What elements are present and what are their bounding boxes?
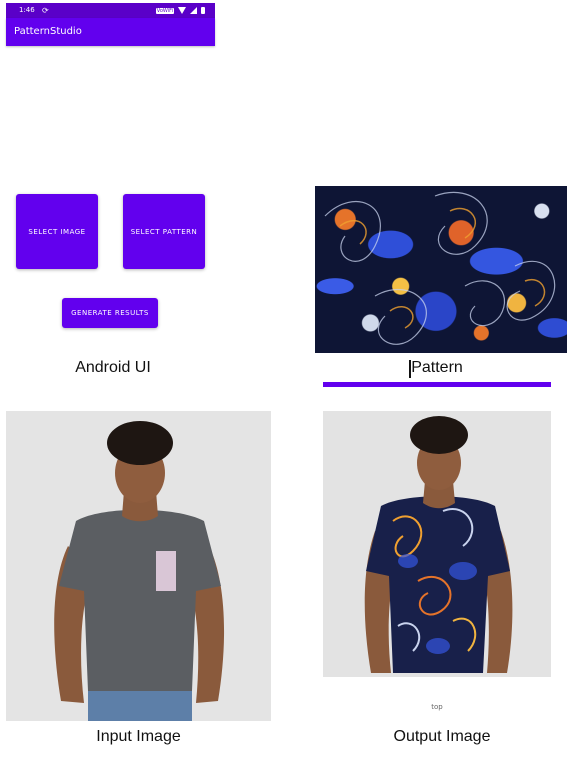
pattern-image	[315, 186, 567, 353]
status-time: 1:46	[19, 6, 35, 14]
status-icons: VoWiFi	[155, 3, 205, 18]
output-photo-graphic	[323, 411, 551, 677]
caption-output-image: Output Image	[393, 728, 491, 745]
signal-icon	[190, 7, 197, 14]
wifi-icon	[178, 7, 186, 14]
caption-input-image: Input Image	[96, 728, 181, 745]
sync-icon: ⟳	[42, 6, 49, 15]
output-footer-label: top	[431, 703, 443, 711]
select-pattern-button[interactable]: SELECT PATTERN	[123, 194, 205, 269]
output-panel	[323, 411, 551, 721]
pattern-underline	[323, 382, 551, 387]
input-image	[6, 411, 271, 721]
select-image-button[interactable]: SELECT IMAGE	[16, 194, 98, 269]
app-bar: PatternStudio	[6, 18, 215, 46]
caption-pattern: Pattern	[411, 359, 463, 376]
vowifi-badge: VoWiFi	[155, 7, 174, 14]
status-bar: 1:46 ⟳ VoWiFi	[6, 3, 215, 18]
input-photo-graphic	[6, 411, 271, 721]
paisley-pattern-graphic	[324, 191, 556, 345]
app-title: PatternStudio	[14, 26, 82, 37]
battery-icon	[201, 7, 205, 14]
generate-results-button[interactable]: GENERATE RESULTS	[62, 298, 158, 328]
caption-android-ui: Android UI	[75, 359, 151, 376]
